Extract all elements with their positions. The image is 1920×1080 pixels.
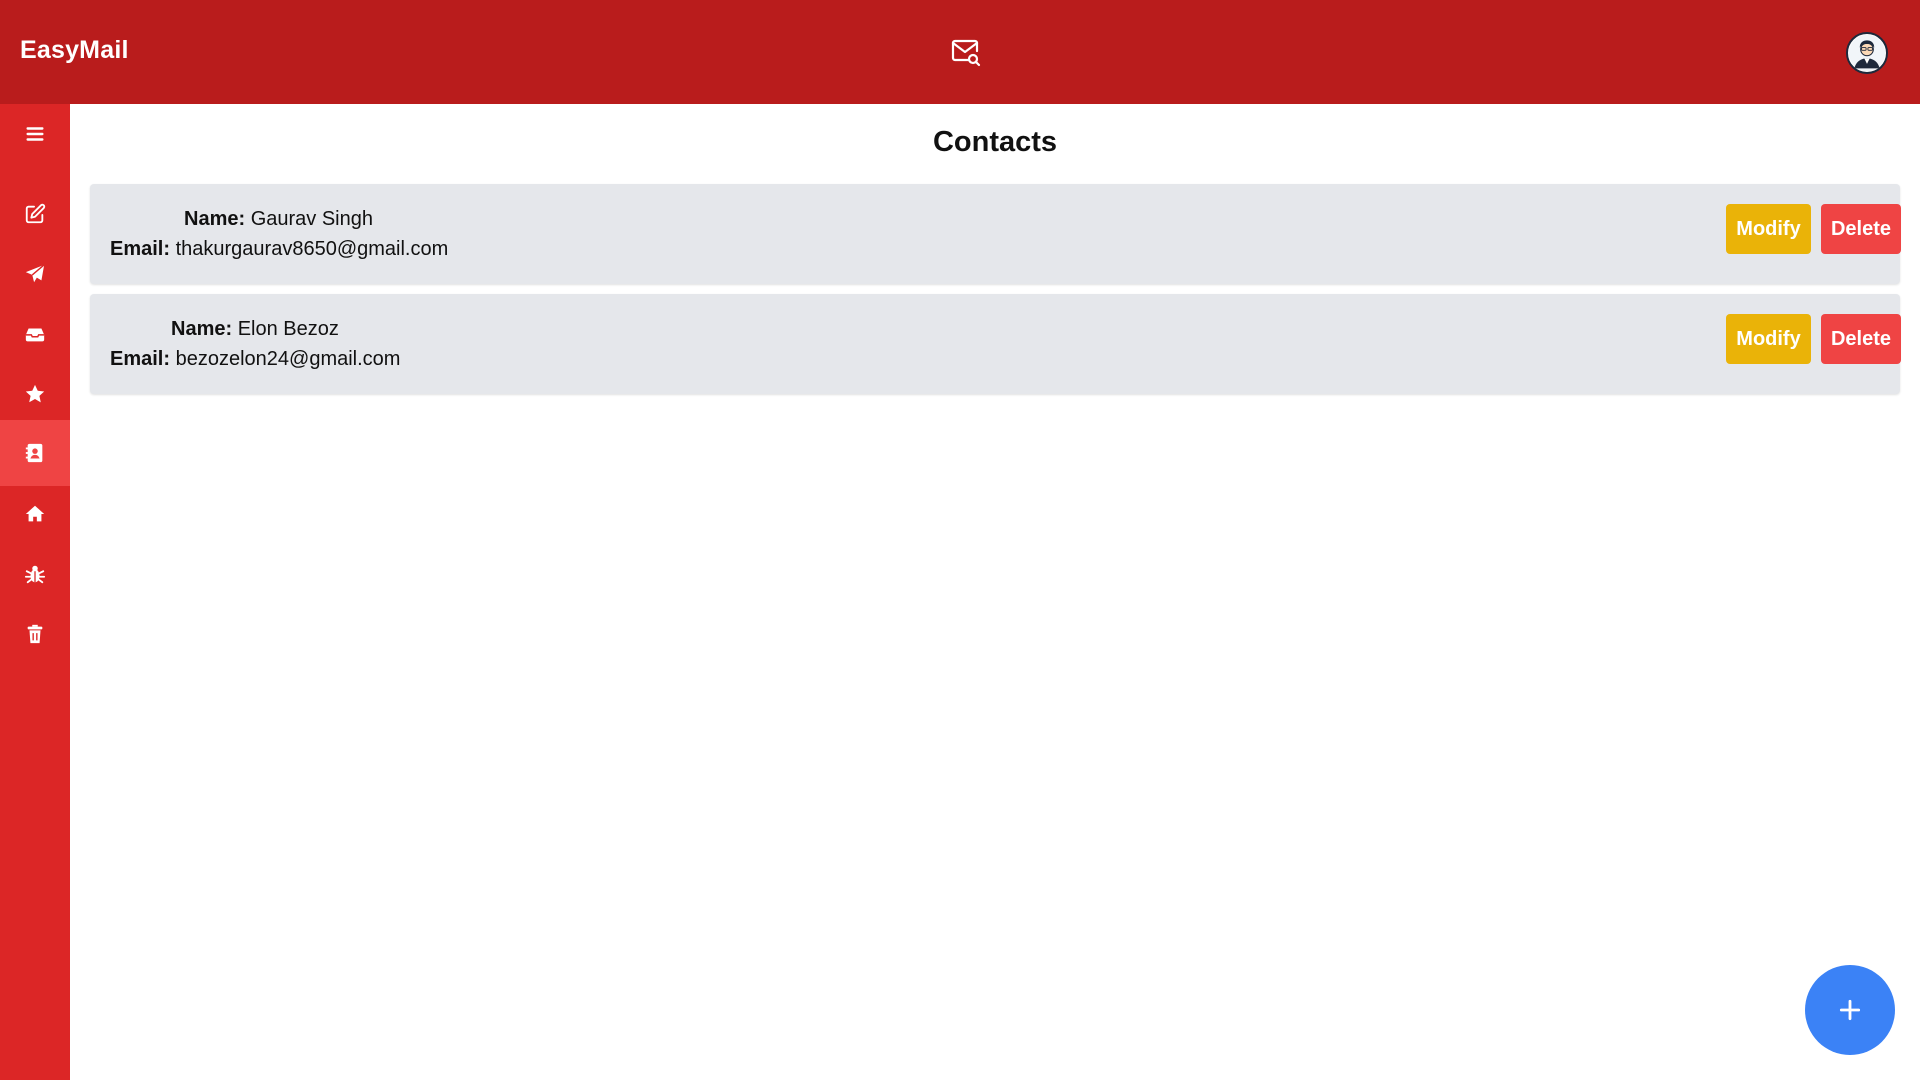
contact-email: bezozelon24@gmail.com bbox=[175, 348, 401, 370]
sidebar-item-spam[interactable] bbox=[0, 544, 70, 604]
contact-name: Elon Bezoz bbox=[237, 318, 339, 340]
compose-icon bbox=[25, 203, 46, 224]
modify-button[interactable]: Modify bbox=[1726, 204, 1811, 254]
menu-icon bbox=[26, 127, 44, 141]
contact-name-line: Name: Elon Bezoz bbox=[171, 318, 339, 341]
page-title: Contacts bbox=[932, 126, 1058, 158]
sidebar-item-home[interactable] bbox=[0, 484, 70, 544]
add-contact-button[interactable] bbox=[1805, 965, 1895, 1055]
name-label: Name: bbox=[171, 318, 233, 340]
contact-name-line: Name: Gaurav Singh bbox=[184, 208, 373, 231]
user-avatar-icon[interactable] bbox=[1846, 32, 1888, 74]
app-title[interactable]: EasyMail bbox=[20, 36, 129, 65]
mail-search-icon[interactable] bbox=[950, 36, 982, 68]
contacts-icon bbox=[25, 443, 43, 463]
contact-email-line: Email: thakurgaurav8650@gmail.com bbox=[110, 238, 448, 261]
sidebar-item-contacts[interactable] bbox=[0, 420, 70, 486]
sidebar-item-sent[interactable] bbox=[0, 244, 70, 304]
plus-icon bbox=[1839, 999, 1861, 1021]
delete-button[interactable]: Delete bbox=[1821, 204, 1901, 254]
main-content: Contacts Name: Gaurav Singh Email: thaku… bbox=[70, 104, 1920, 1080]
contact-email-line: Email: bezozelon24@gmail.com bbox=[110, 348, 400, 371]
sidebar bbox=[0, 104, 70, 1080]
contact-email: thakurgaurav8650@gmail.com bbox=[175, 238, 449, 260]
contact-card: Name: Gaurav Singh Email: thakurgaurav86… bbox=[90, 184, 1901, 284]
sidebar-item-starred[interactable] bbox=[0, 364, 70, 424]
name-label: Name: bbox=[184, 208, 246, 230]
sent-icon bbox=[25, 264, 45, 283]
home-icon bbox=[25, 505, 45, 522]
sidebar-item-menu[interactable] bbox=[0, 104, 70, 164]
sidebar-item-trash[interactable] bbox=[0, 604, 70, 664]
contact-card: Name: Elon Bezoz Email: bezozelon24@gmai… bbox=[90, 294, 1901, 394]
inbox-icon bbox=[25, 328, 45, 342]
spam-icon bbox=[24, 565, 46, 584]
trash-icon bbox=[27, 624, 43, 644]
email-label: Email: bbox=[110, 348, 171, 370]
sidebar-item-compose[interactable] bbox=[0, 184, 70, 244]
top-bar: EasyMail bbox=[0, 0, 1920, 104]
email-label: Email: bbox=[110, 238, 171, 260]
delete-button[interactable]: Delete bbox=[1821, 314, 1901, 364]
sidebar-item-inbox[interactable] bbox=[0, 304, 70, 364]
starred-icon bbox=[25, 384, 45, 403]
modify-button[interactable]: Modify bbox=[1726, 314, 1811, 364]
contact-name: Gaurav Singh bbox=[250, 208, 373, 230]
